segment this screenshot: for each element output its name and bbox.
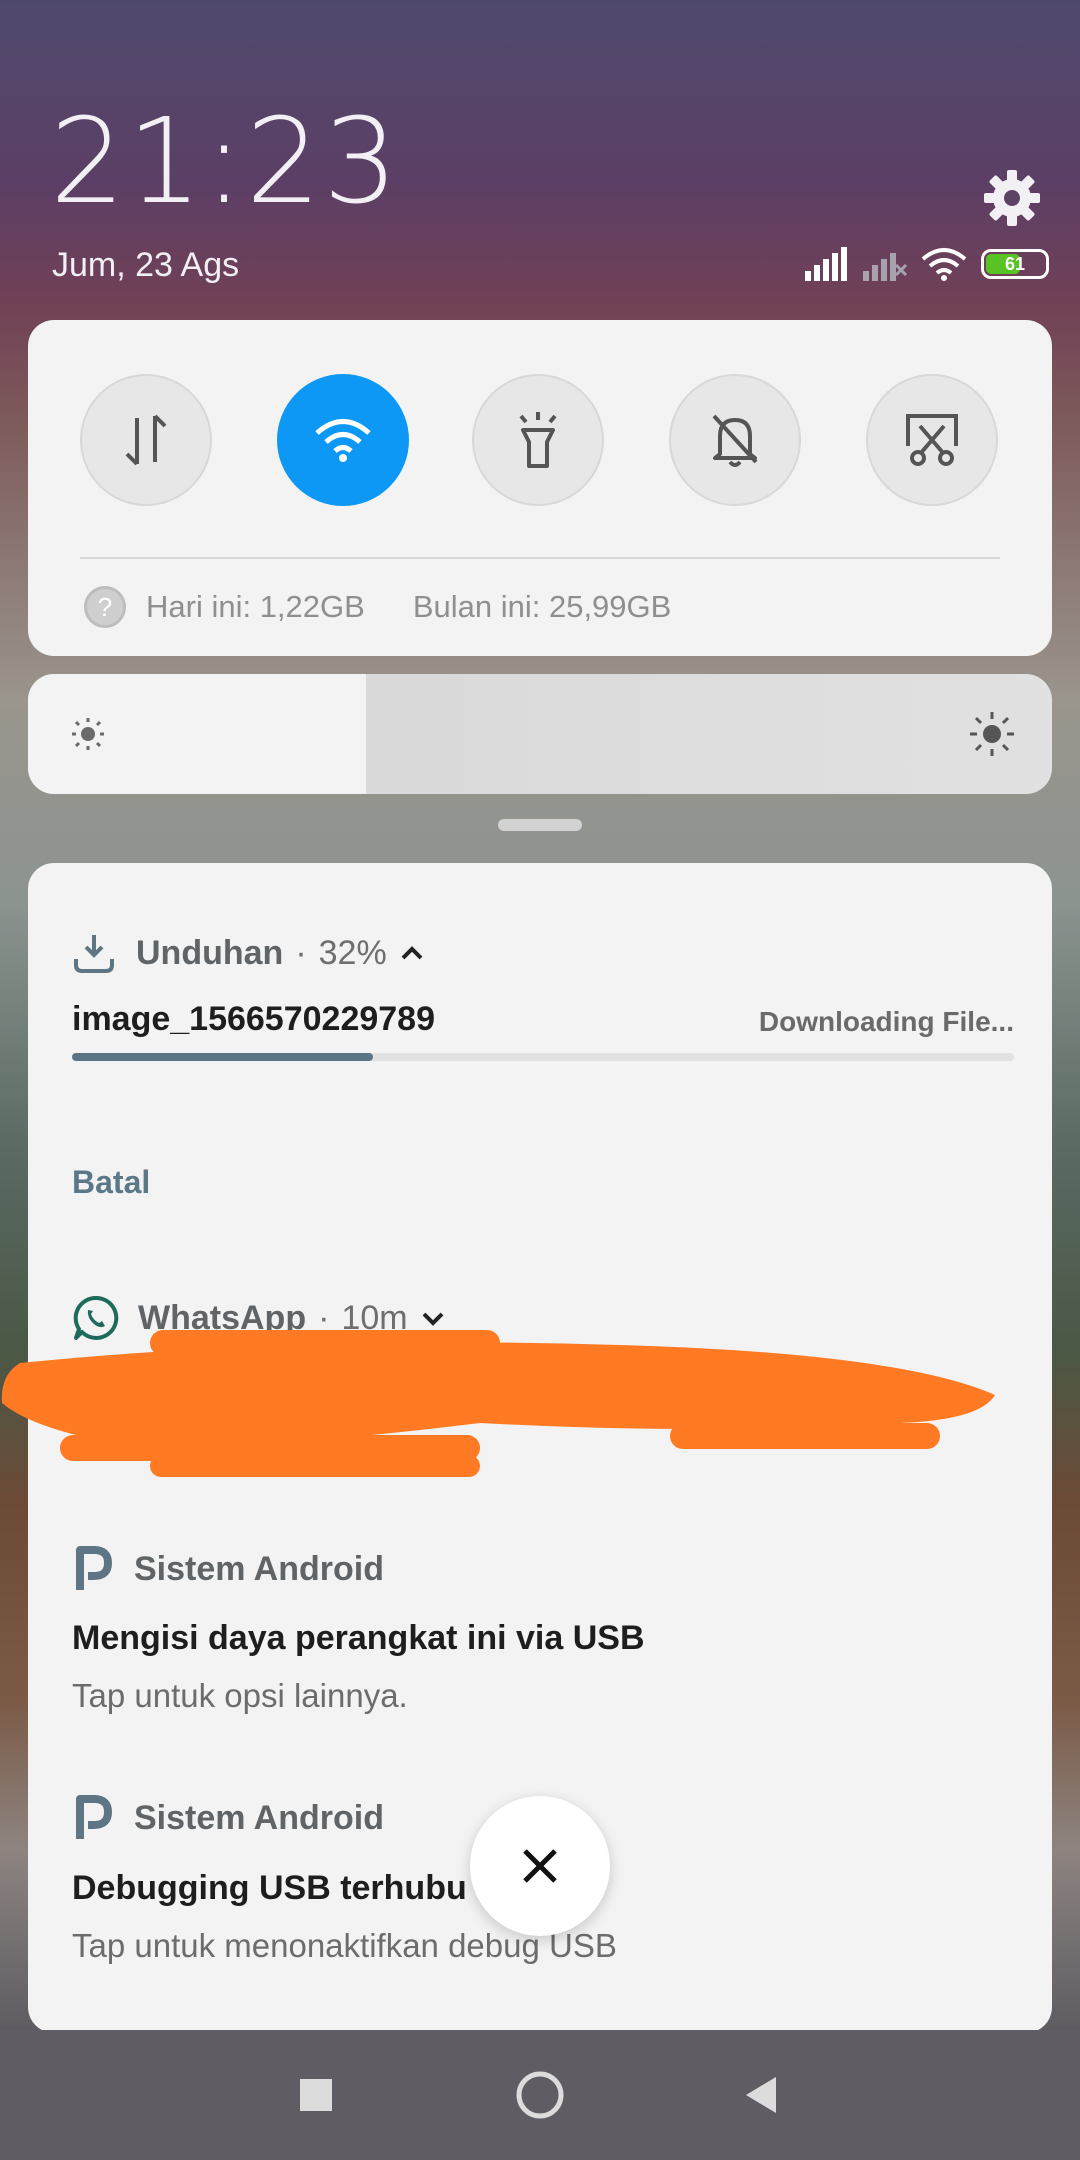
brightness-low-icon [72, 718, 104, 750]
circle-home-icon [516, 2071, 564, 2119]
battery-icon: 61 [981, 249, 1049, 279]
mute-toggle[interactable] [669, 374, 801, 506]
usage-today: Hari ini: 1,22GB [146, 589, 365, 624]
android-notification-1-text: Tap untuk opsi lainnya. [72, 1677, 408, 1714]
battery-level: 61 [1004, 253, 1026, 274]
download-percent: 32% [318, 933, 387, 972]
close-icon [523, 1849, 557, 1883]
android-notification-1-app: Sistem Android [134, 1549, 384, 1588]
chevron-up-icon[interactable] [399, 943, 425, 963]
system-status-icons: 61 [805, 244, 1049, 284]
signal-icon [805, 247, 847, 281]
download-notification-header[interactable]: Unduhan · 32% [72, 928, 425, 978]
home-button[interactable] [500, 2060, 580, 2130]
date[interactable]: Jum, 23 Ags [52, 246, 239, 285]
back-button[interactable] [720, 2060, 800, 2130]
wifi-icon [921, 248, 967, 281]
screenshot-toggle[interactable] [866, 374, 998, 506]
help-icon[interactable]: ? [84, 586, 126, 628]
clear-all-button[interactable] [470, 1796, 610, 1936]
mobile-data-icon [125, 414, 167, 466]
quick-settings-divider [80, 557, 1000, 559]
download-icon [74, 935, 114, 973]
download-app-name: Unduhan [136, 933, 284, 972]
android-notification-1-title[interactable]: Mengisi daya perangkat ini via USB [72, 1619, 645, 1658]
signal-off-icon [863, 253, 907, 281]
brightness-slider[interactable] [28, 674, 1052, 794]
wifi-icon [315, 419, 371, 462]
download-progress-fill [72, 1053, 374, 1061]
android-notification-1-header[interactable]: Sistem Android [72, 1544, 384, 1594]
panel-drag-handle[interactable] [498, 819, 582, 831]
android-notification-2-app: Sistem Android [134, 1798, 384, 1837]
settings-gear-icon[interactable] [982, 168, 1042, 228]
android-notification-2-title[interactable]: Debugging USB terhubu [72, 1869, 467, 1908]
android-system-icon [76, 1795, 112, 1839]
data-usage[interactable]: ? Hari ini: 1,22GB Bulan ini: 25,99GB [84, 586, 672, 628]
android-system-icon [76, 1546, 112, 1590]
recents-button[interactable] [276, 2060, 356, 2130]
usage-month: Bulan ini: 25,99GB [412, 589, 672, 624]
mobile-data-toggle[interactable] [80, 374, 212, 506]
cancel-download-button[interactable]: Batal [72, 1164, 150, 1201]
wifi-toggle[interactable] [277, 374, 409, 506]
download-status: Downloading File... [758, 1006, 1014, 1037]
download-progress-bar [72, 1053, 1014, 1061]
mute-bell-icon [712, 414, 758, 467]
brightness-high-icon [970, 712, 1014, 756]
android-notification-2-header[interactable]: Sistem Android [72, 1793, 384, 1843]
download-file-name: image_1566570229789 [72, 1000, 435, 1038]
square-recents-icon [300, 2079, 332, 2111]
triangle-back-icon [746, 2077, 776, 2113]
clock[interactable]: 21:23 [50, 102, 400, 220]
flashlight-toggle[interactable] [472, 374, 604, 506]
redaction-scribble [1, 1330, 996, 1477]
flashlight-icon [519, 412, 557, 468]
screenshot-icon [906, 414, 958, 466]
